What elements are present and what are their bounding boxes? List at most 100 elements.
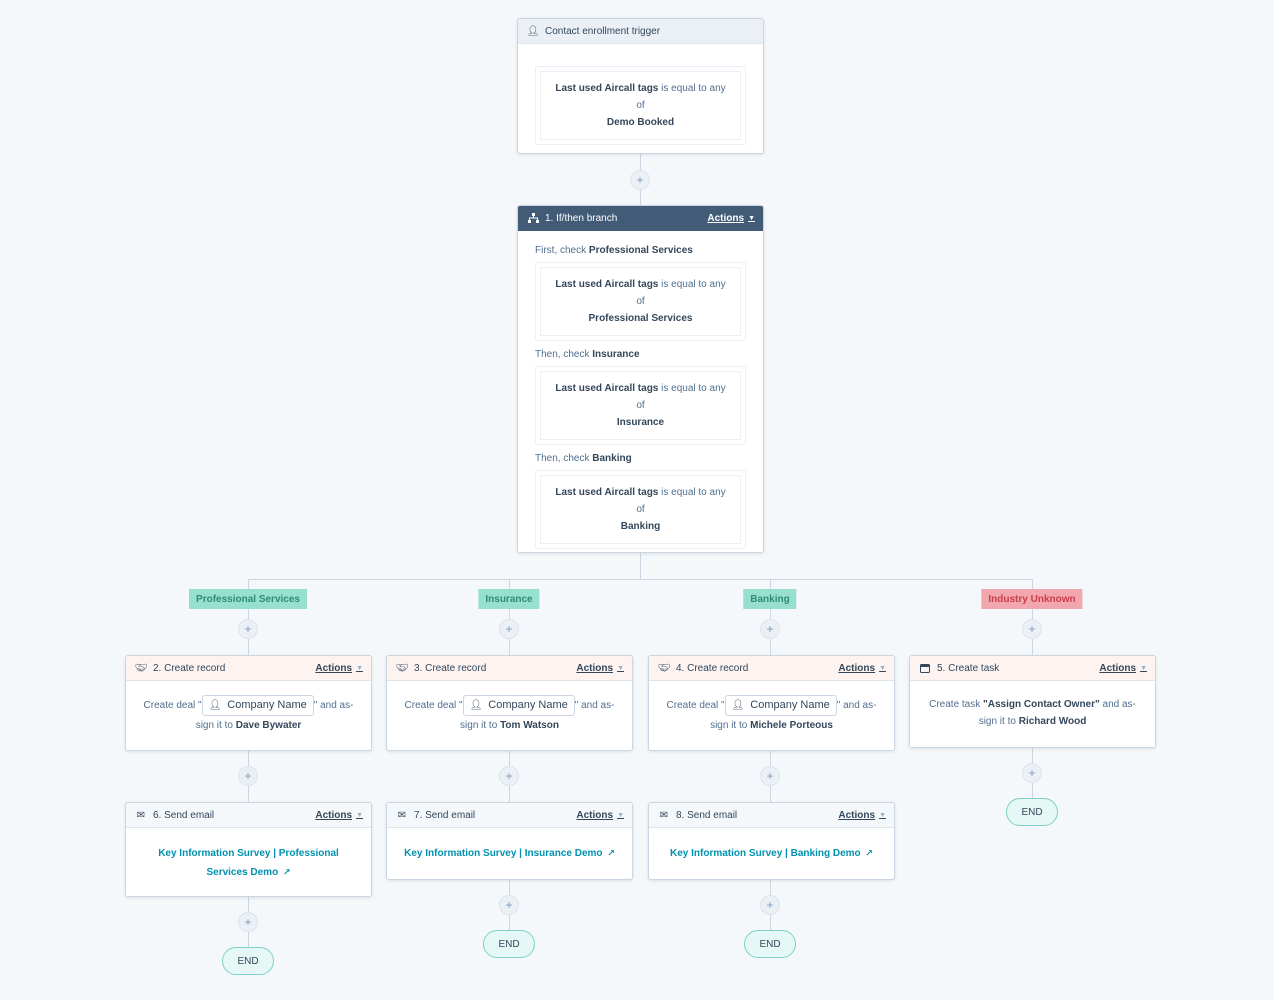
end-node: END <box>483 930 535 958</box>
add-action-button[interactable]: + <box>238 766 258 786</box>
branch-filter[interactable]: Last used Aircall tags is equal to any o… <box>535 470 746 549</box>
record-text: " and as- <box>313 700 354 711</box>
add-action-button[interactable]: + <box>499 619 519 639</box>
task-text: Create task <box>929 699 981 710</box>
task-title: 5. Create task <box>937 662 1000 674</box>
task-actions-menu[interactable]: Actions ▼ <box>1099 663 1147 674</box>
company-name-token: 👤︎ Company Name <box>462 695 575 716</box>
send-email-card[interactable]: ✉ 7. Send email Actions ▼ Key Information… <box>386 802 633 880</box>
record-text: Create deal " <box>404 700 463 711</box>
contact-icon: 👤︎ <box>526 25 540 37</box>
branch-header: 1. If/then branch Actions ▼ <box>518 206 763 231</box>
create-record-card[interactable]: 🤝︎ 3. Create record Actions ▼ Create deal… <box>386 655 633 751</box>
handshake-icon: 🤝︎ <box>657 662 671 674</box>
email-link[interactable]: Key Information Survey | Professional Se… <box>158 848 339 878</box>
filter-value: Professional Services <box>588 313 693 324</box>
envelope-icon: ✉ <box>397 809 407 821</box>
email-actions-menu[interactable]: Actions ▼ <box>838 810 886 821</box>
email-actions-menu[interactable]: Actions ▼ <box>576 810 624 821</box>
enrollment-trigger-card[interactable]: 👤︎ Contact enrollment trigger Last used … <box>517 18 764 154</box>
record-title: 2. Create record <box>153 662 226 674</box>
end-node: END <box>222 947 274 975</box>
email-title: 6. Send email <box>153 809 215 821</box>
handshake-icon: 🤝︎ <box>134 662 148 674</box>
record-header: 🤝︎ 3. Create record Actions ▼ <box>387 656 632 681</box>
record-text: Create deal " <box>143 700 202 711</box>
branch-connector <box>248 579 1032 580</box>
add-action-button[interactable]: + <box>499 766 519 786</box>
record-header: 🤝︎ 2. Create record Actions ▼ <box>126 656 371 681</box>
send-email-card[interactable]: ✉ 8. Send email Actions ▼ Key Information… <box>648 802 895 880</box>
contact-icon: 👤︎ <box>208 700 222 711</box>
branch-tag-banking: Banking <box>743 589 797 609</box>
caret-down-icon: ▼ <box>617 811 624 819</box>
caret-down-icon: ▼ <box>1140 664 1147 672</box>
filter-value: Banking <box>620 521 661 532</box>
add-action-button[interactable]: + <box>238 912 258 932</box>
filter-property: Last used Aircall tags <box>555 83 659 94</box>
add-action-button[interactable]: + <box>1022 763 1042 783</box>
check-label: First, check Professional Services <box>535 245 693 256</box>
connector <box>640 552 641 579</box>
record-actions-menu[interactable]: Actions ▼ <box>315 663 363 674</box>
caret-down-icon: ▼ <box>617 664 624 672</box>
check-label: Then, check Insurance <box>535 349 640 360</box>
task-text: sign it to <box>978 716 1016 727</box>
record-actions-menu[interactable]: Actions ▼ <box>576 663 624 674</box>
task-owner: Richard Wood <box>1018 716 1087 727</box>
send-email-card[interactable]: ✉ 6. Send email Actions ▼ Key Information… <box>125 802 372 897</box>
caret-down-icon: ▼ <box>748 215 755 222</box>
workflow-canvas: 👤︎ Contact enrollment trigger Last used … <box>0 0 1274 1000</box>
contact-icon: 👤︎ <box>469 700 483 711</box>
trigger-header: 👤︎ Contact enrollment trigger <box>518 19 763 44</box>
record-text: sign it to <box>710 720 748 731</box>
add-action-button[interactable]: + <box>630 170 650 190</box>
company-name-token: 👤︎ Company Name <box>201 695 314 716</box>
task-header: 5. Create task Actions ▼ <box>910 656 1155 681</box>
record-text: sign it to <box>195 720 233 731</box>
add-action-button[interactable]: + <box>760 766 780 786</box>
add-action-button[interactable]: + <box>1022 619 1042 639</box>
caret-down-icon: ▼ <box>879 664 886 672</box>
task-text: and as- <box>1102 699 1136 710</box>
deal-owner: Michele Porteous <box>750 720 833 731</box>
add-action-button[interactable]: + <box>499 895 519 915</box>
caret-down-icon: ▼ <box>879 811 886 819</box>
end-node: END <box>744 930 796 958</box>
add-action-button[interactable]: + <box>760 619 780 639</box>
filter-property: Last used Aircall tags <box>555 487 659 498</box>
external-link-icon: ↗ <box>282 867 291 877</box>
create-task-card[interactable]: 5. Create task Actions ▼ Create task "Ass… <box>909 655 1156 748</box>
record-text: Create deal " <box>666 700 725 711</box>
branch-icon <box>526 213 540 224</box>
caret-down-icon: ▼ <box>356 811 363 819</box>
caret-down-icon: ▼ <box>356 664 363 672</box>
deal-owner: Tom Watson <box>500 720 559 731</box>
add-action-button[interactable]: + <box>760 895 780 915</box>
record-actions-menu[interactable]: Actions ▼ <box>838 663 886 674</box>
email-link[interactable]: Key Information Survey | Banking Demo ↗ <box>670 848 873 859</box>
branch-actions-menu[interactable]: Actions ▼ <box>707 213 755 224</box>
email-actions-menu[interactable]: Actions ▼ <box>315 810 363 821</box>
add-action-button[interactable]: + <box>238 619 258 639</box>
branch-filter[interactable]: Last used Aircall tags is equal to any o… <box>535 262 746 341</box>
email-link[interactable]: Key Information Survey | Insurance Demo … <box>404 848 615 859</box>
end-node: END <box>1006 798 1058 826</box>
branch-filter[interactable]: Last used Aircall tags is equal to any o… <box>535 366 746 445</box>
contact-icon: 👤︎ <box>731 700 745 711</box>
email-header: ✉ 6. Send email Actions ▼ <box>126 803 371 828</box>
external-link-icon: ↗ <box>865 848 873 858</box>
trigger-filter[interactable]: Last used Aircall tags is equal to any o… <box>535 66 746 145</box>
create-record-card[interactable]: 🤝︎ 2. Create record Actions ▼ Create deal… <box>125 655 372 751</box>
email-title: 8. Send email <box>676 809 738 821</box>
create-record-card[interactable]: 🤝︎ 4. Create record Actions ▼ Create deal… <box>648 655 895 751</box>
filter-value: Insurance <box>616 417 665 428</box>
if-then-branch-card[interactable]: 1. If/then branch Actions ▼ First, check … <box>517 205 764 553</box>
email-title: 7. Send email <box>414 809 476 821</box>
company-name-token: 👤︎ Company Name <box>724 695 837 716</box>
branch-title: 1. If/then branch <box>545 213 618 224</box>
email-header: ✉ 8. Send email Actions ▼ <box>649 803 894 828</box>
record-header: 🤝︎ 4. Create record Actions ▼ <box>649 656 894 681</box>
branch-tag-insurance: Insurance <box>478 589 540 609</box>
branch-tag-professional-services: Professional Services <box>189 589 307 609</box>
